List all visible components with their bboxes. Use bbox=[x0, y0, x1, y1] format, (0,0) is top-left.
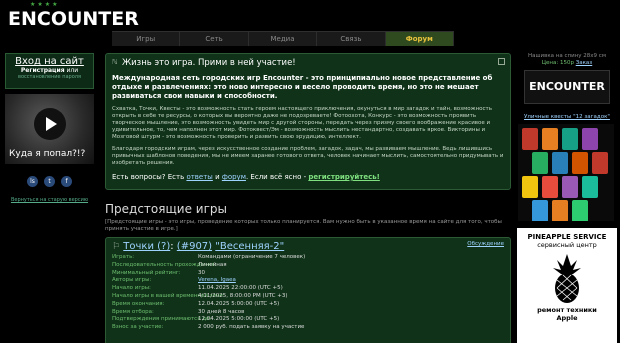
social-links: ls t f bbox=[5, 176, 94, 187]
video-caption: Куда я попал?!? bbox=[9, 149, 86, 159]
game-detail-row: Время окончания: 12.04.2025 5:00:00 (UTC … bbox=[112, 300, 280, 307]
cases-caption-link[interactable]: Уличные квесты "12 загадок" bbox=[518, 114, 616, 120]
game-detail-row: Подтверждения принимаются до:12.04.2025 … bbox=[112, 316, 280, 323]
welcome-title: Жизнь это игра. Прими в ней участие! bbox=[112, 58, 504, 68]
logo-stars: ★★★★ bbox=[30, 1, 60, 8]
close-icon[interactable] bbox=[498, 58, 505, 65]
game-detail-row: Время отбора: 30 дней 8 часов bbox=[112, 308, 245, 315]
ad-title: PINEAPPLE SERVICE bbox=[527, 233, 607, 241]
welcome-panel: Жизнь это игра. Прими в ней участие! Меж… bbox=[105, 53, 511, 190]
pineapple-icon bbox=[545, 252, 589, 304]
left-sidebar: Вход на сайт Регистрация или восстановле… bbox=[5, 53, 94, 203]
game-detail-row: Последовательность прохождения:Линейная bbox=[112, 261, 227, 268]
top-bar: ENCOUNTER ★★★★ Игры Сеть Медиа Связь Фор… bbox=[0, 0, 620, 48]
discussion-link[interactable]: Обсуждение bbox=[467, 241, 504, 247]
welcome-paragraph-2: Благодаря городским играм, через искусст… bbox=[112, 146, 504, 166]
restore-password-link[interactable]: восстановление пароля bbox=[6, 74, 93, 80]
ad-brand: Apple bbox=[556, 314, 578, 322]
login-link[interactable]: Вход на сайт bbox=[6, 56, 93, 67]
forum-link[interactable]: форум bbox=[222, 173, 246, 181]
right-sidebar: Нашивка на спину 28x9 см Цена: 150р Зака… bbox=[518, 53, 616, 221]
shirt-order-link[interactable]: Заказ bbox=[576, 60, 593, 66]
shirt-patch-banner[interactable]: ENCOUNTER bbox=[524, 70, 610, 104]
register-line: Регистрация или bbox=[20, 67, 79, 74]
nav-item-network[interactable]: Сеть bbox=[180, 32, 249, 46]
main-nav: Игры Сеть Медиа Связь Форум bbox=[112, 31, 455, 46]
game-authors-link[interactable]: Verena, Igaea bbox=[198, 277, 236, 283]
game-detail-row: Взнос за участие: 2 000 руб. подать заявк… bbox=[112, 324, 305, 331]
game-detail-row: Минимальный рейтинг: 30 bbox=[112, 269, 205, 276]
intro-video[interactable]: Куда я попал?!? bbox=[5, 94, 94, 164]
game-detail-row: Авторы игры: Verena, Igaea bbox=[112, 277, 236, 284]
game-card: ⚐ Точки (?): (#907) "Весенняя-2" Обсужде… bbox=[105, 237, 511, 343]
main-content: Жизнь это игра. Прими в ней участие! Меж… bbox=[105, 53, 511, 343]
livejournal-icon[interactable]: ls bbox=[27, 176, 38, 187]
nav-item-media[interactable]: Медиа bbox=[249, 32, 318, 46]
answers-link[interactable]: ответы bbox=[186, 173, 212, 181]
upcoming-title: Предстоящие игры bbox=[105, 202, 227, 216]
old-version-link[interactable]: Вернуться на старую версию bbox=[5, 197, 94, 203]
ad-repair: ремонт техники bbox=[537, 306, 597, 314]
game-detail-row: Играть: Командами (ограничение 7 человек) bbox=[112, 254, 306, 260]
site-logo[interactable]: ENCOUNTER bbox=[8, 8, 139, 30]
game-title: ⚐ Точки (?): (#907) "Весенняя-2" bbox=[112, 241, 285, 252]
register-cta[interactable]: регистрируйтесь! bbox=[308, 173, 380, 181]
cases-banner[interactable] bbox=[518, 124, 614, 221]
game-type-icon: ⚐ bbox=[112, 242, 121, 252]
facebook-icon[interactable]: f bbox=[61, 176, 72, 187]
nav-item-forum[interactable]: Форум bbox=[385, 32, 455, 46]
shirt-caption: Нашивка на спину 28x9 см Цена: 150р Зака… bbox=[528, 53, 606, 66]
welcome-question: Есть вопросы? Есть ответы и форум. Если … bbox=[112, 173, 380, 181]
upcoming-description: [Предстоящие игры - это игры, проведение… bbox=[105, 219, 502, 232]
game-details: Играть: Командами (ограничение 7 человек)… bbox=[112, 254, 504, 332]
nav-item-games[interactable]: Игры bbox=[112, 32, 181, 46]
ad-subtitle: сервисный центр bbox=[537, 241, 597, 249]
login-box: Вход на сайт Регистрация или восстановле… bbox=[5, 53, 94, 89]
game-detail-row: Начало игры: 11.04.2025 22:00:00 (UTC +5) bbox=[112, 285, 283, 292]
game-detail-row: Начало игры в вашей временной зоне:4/11/… bbox=[112, 292, 288, 299]
play-icon[interactable] bbox=[34, 108, 66, 140]
game-type-link[interactable]: Точки (?) bbox=[123, 241, 170, 252]
game-name-link[interactable]: "Весенняя-2" bbox=[215, 241, 284, 252]
nav-item-contact[interactable]: Связь bbox=[317, 32, 386, 46]
welcome-lead: Международная сеть городских игр Encount… bbox=[112, 74, 493, 100]
twitter-icon[interactable]: t bbox=[44, 176, 55, 187]
game-number-link[interactable]: (#907) bbox=[177, 241, 212, 252]
register-link[interactable]: Регистрация bbox=[21, 67, 65, 74]
welcome-paragraph: Схватка, Точки, Квесты - это возможность… bbox=[112, 106, 492, 140]
pineapple-service-ad[interactable]: PINEAPPLE SERVICE сервисный центр ремонт… bbox=[517, 228, 617, 343]
